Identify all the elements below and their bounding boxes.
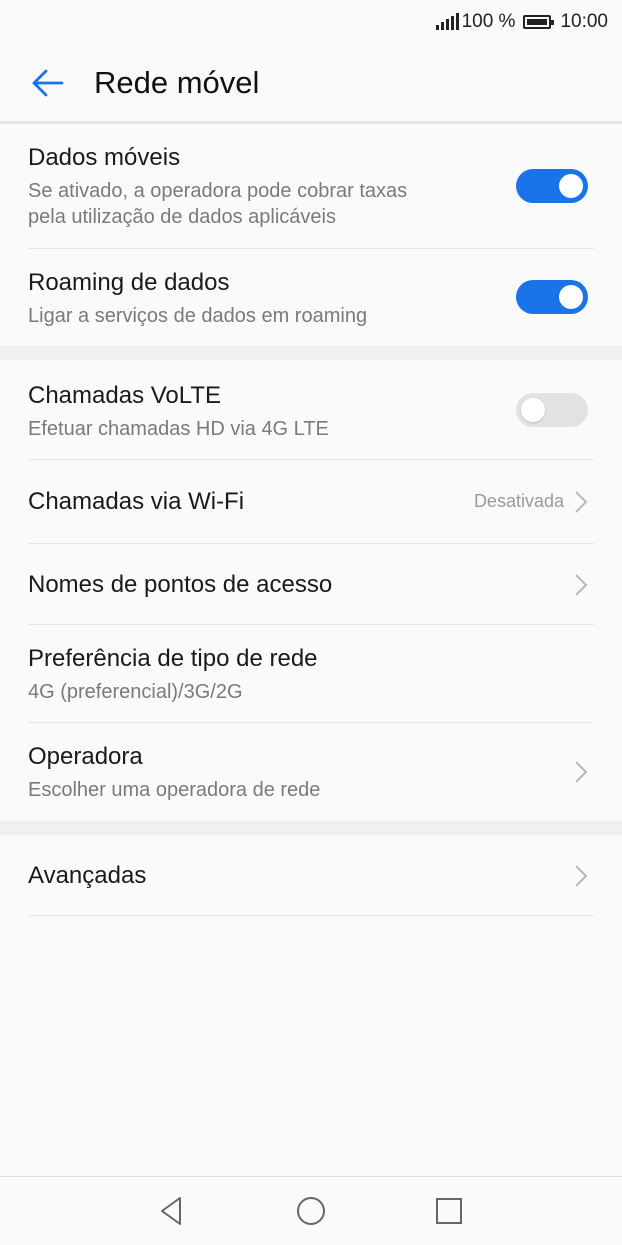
setting-network-type[interactable]: Preferência de tipo de rede 4G (preferen… xyxy=(28,625,594,723)
setting-title: Chamadas VoLTE xyxy=(28,382,221,409)
status-bar: 100 % 10:00 xyxy=(0,0,622,44)
volte-toggle[interactable] xyxy=(516,393,588,427)
section-gap xyxy=(0,346,622,360)
setting-subtitle: Efetuar chamadas HD via 4G LTE xyxy=(28,418,329,440)
setting-title: Operadora xyxy=(28,743,143,770)
setting-mobile-data[interactable]: Dados móveis Se ativado, a operadora pod… xyxy=(28,124,594,249)
setting-title: Avançadas xyxy=(28,862,147,889)
setting-subtitle: Se ativado, a operadora pode cobrar taxa… xyxy=(28,180,408,202)
page-title: Rede móvel xyxy=(94,65,260,100)
wifi-calls-status: Desativada xyxy=(473,491,564,511)
setting-title: Chamadas via Wi-Fi xyxy=(28,488,245,515)
setting-advanced[interactable]: Avançadas xyxy=(28,835,594,916)
chevron-right-icon xyxy=(575,491,588,513)
clock: 10:00 xyxy=(560,11,608,32)
setting-wifi-calls[interactable]: Chamadas via Wi-Fi Desativada xyxy=(28,460,594,544)
section-gap xyxy=(0,821,622,835)
setting-subtitle: Escolher uma operadora de rede xyxy=(28,779,321,801)
setting-title: Nomes de pontos de acesso xyxy=(28,571,333,598)
chevron-right-icon xyxy=(575,574,588,596)
nav-back-icon[interactable] xyxy=(154,1193,190,1229)
chevron-right-icon xyxy=(575,865,588,887)
data-roaming-toggle[interactable] xyxy=(516,280,588,314)
setting-subtitle: Ligar a serviços de dados em roaming xyxy=(28,305,368,327)
battery-icon xyxy=(523,15,555,29)
setting-operator[interactable]: Operadora Escolher uma operadora de rede xyxy=(28,723,594,821)
setting-volte-calls[interactable]: Chamadas VoLTE Efetuar chamadas HD via 4… xyxy=(28,360,594,460)
setting-title: Roaming de dados xyxy=(28,269,230,296)
setting-title: Preferência de tipo de rede xyxy=(28,645,318,672)
nav-home-icon[interactable] xyxy=(293,1193,329,1229)
mobile-data-toggle[interactable] xyxy=(516,169,588,203)
signal-icon xyxy=(435,13,459,30)
navigation-bar xyxy=(0,1176,622,1245)
setting-subtitle: pela utilização de dados aplicáveis xyxy=(28,206,336,228)
nav-recents-icon[interactable] xyxy=(431,1193,467,1229)
app-bar: Rede móvel xyxy=(0,44,622,122)
setting-title: Dados móveis xyxy=(28,144,181,171)
setting-data-roaming[interactable]: Roaming de dados Ligar a serviços de dad… xyxy=(28,249,594,345)
setting-subtitle: 4G (preferencial)/3G/2G xyxy=(28,681,243,703)
arrow-back-icon[interactable] xyxy=(28,63,68,103)
chevron-right-icon xyxy=(575,761,588,783)
battery-percent: 100 % xyxy=(461,11,516,32)
setting-access-point-names[interactable]: Nomes de pontos de acesso xyxy=(28,544,594,625)
